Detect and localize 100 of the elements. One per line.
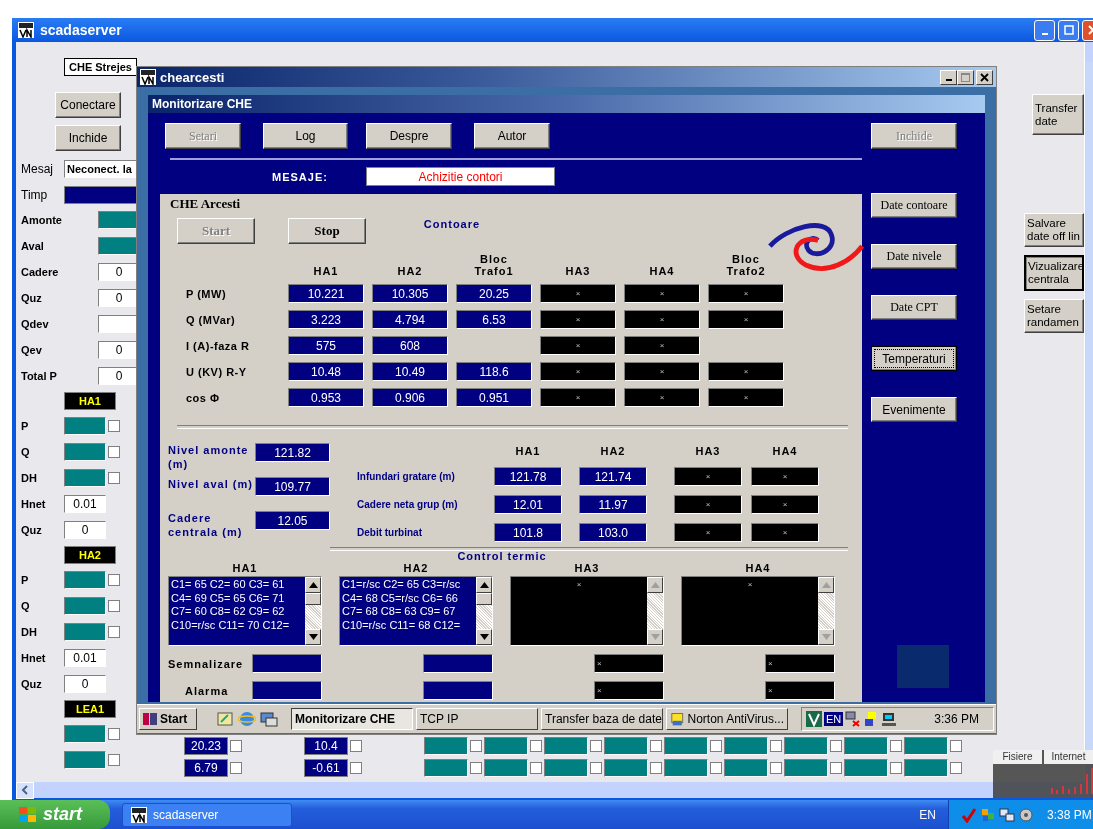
toolbar-button[interactable]: Autor	[474, 123, 550, 149]
panel-button[interactable]: Inchide	[55, 125, 121, 151]
start-button[interactable]: Start	[139, 708, 197, 730]
scroll-up-button[interactable]	[647, 577, 663, 593]
scroll-down-button[interactable]	[647, 629, 663, 645]
close-button[interactable]	[976, 69, 993, 85]
checkbox[interactable]	[890, 740, 902, 752]
value-cell: ×	[624, 362, 700, 381]
checkbox[interactable]	[830, 762, 842, 774]
checkbox[interactable]	[530, 762, 542, 774]
side-button[interactable]: Temperaturi	[871, 346, 957, 371]
param-label: DH	[21, 472, 38, 484]
scroll-left-icon[interactable]	[21, 785, 29, 795]
station-dropdown[interactable]: CHE Strejes	[64, 58, 137, 76]
checkbox[interactable]	[950, 740, 962, 752]
browser-icon[interactable]	[238, 710, 256, 728]
checkbox[interactable]	[650, 762, 662, 774]
checkbox[interactable]	[350, 762, 362, 774]
side-button[interactable]: Evenimente	[871, 397, 957, 422]
scroll-up-button[interactable]	[476, 577, 492, 593]
checkbox[interactable]	[230, 740, 242, 752]
language-indicator[interactable]: EN	[824, 712, 844, 726]
network-icon[interactable]	[999, 806, 1015, 823]
checkbox[interactable]	[770, 740, 782, 752]
speaker-icon[interactable]	[1018, 806, 1034, 823]
checkbox[interactable]	[108, 446, 120, 458]
scroll-down-button[interactable]	[305, 629, 321, 645]
arrow-down-icon	[821, 634, 831, 640]
scroll-thumb[interactable]	[305, 593, 321, 605]
vnc-icon[interactable]	[806, 711, 822, 727]
value-cell: 10.48	[288, 362, 364, 381]
widget-tab[interactable]: Internet	[1044, 750, 1093, 764]
scroll-up-button[interactable]	[305, 577, 321, 593]
checkbox[interactable]	[108, 472, 120, 484]
list-box[interactable]: C1= 65 C2= 60 C3= 61 C4= 69 C5= 65 C6= 71 C7= 60 C8= 62 C9= 62 C10=r/sc C11= 70 C12=	[168, 576, 322, 646]
panel-button[interactable]: Setare randamen	[1024, 299, 1084, 333]
language-indicator[interactable]: EN	[919, 807, 936, 822]
taskbar-button[interactable]: Transfer baza de date	[541, 708, 663, 730]
checkbox[interactable]	[350, 740, 362, 752]
checkmark-icon[interactable]	[961, 806, 977, 823]
value-cell: 575	[288, 336, 364, 355]
minimize-button[interactable]	[940, 69, 957, 85]
checkbox[interactable]	[470, 762, 482, 774]
checkbox[interactable]	[650, 740, 662, 752]
indicator-field	[724, 759, 768, 777]
checkbox[interactable]	[108, 754, 120, 766]
network-icon[interactable]	[845, 711, 862, 727]
indicator-field	[784, 759, 828, 777]
arrow-up-icon	[821, 582, 831, 588]
side-button[interactable]: Date CPT	[871, 295, 957, 320]
checkbox[interactable]	[108, 420, 120, 432]
checkbox[interactable]	[108, 626, 120, 638]
control-button[interactable]: Stop	[288, 218, 366, 244]
list-box[interactable]: C1=r/sc C2= 65 C3=r/sc C4= 68 C5=r/sc C6= 66 C7= 68 C8= 63 C9= 67 C10=r/sc C11= 68 C12=	[339, 576, 493, 646]
indicator-field	[424, 737, 468, 755]
monitor-icon[interactable]	[260, 710, 278, 728]
scroll-up-button[interactable]	[818, 577, 834, 593]
list-item: C4= 68 C5=r/sc C6= 66	[342, 591, 459, 605]
checkbox[interactable]	[530, 740, 542, 752]
alarm-label: Alarma	[185, 684, 229, 697]
indicator-field	[64, 725, 106, 743]
taskbar-button[interactable]: scadaserver	[122, 802, 292, 827]
desktop-icon[interactable]	[216, 710, 234, 728]
checkbox[interactable]	[770, 762, 782, 774]
checkbox[interactable]	[108, 728, 120, 740]
panel-button[interactable]: Transfer date	[1032, 94, 1084, 135]
toolbar-button[interactable]: Log	[263, 123, 348, 149]
list-box[interactable]: ×	[510, 576, 664, 646]
scroll-down-button[interactable]	[818, 629, 834, 645]
panel-button[interactable]: Salvare date off lin	[1024, 213, 1084, 247]
taskbar-button[interactable]: TCP IP	[416, 708, 538, 730]
checkbox[interactable]	[890, 762, 902, 774]
indicator-field	[784, 737, 828, 755]
maximize-button[interactable]	[957, 69, 974, 85]
toolbar-button[interactable]: Despre	[366, 123, 452, 149]
checkbox[interactable]	[230, 762, 242, 774]
side-button[interactable]: Date contoare	[871, 193, 957, 218]
checkbox[interactable]	[950, 762, 962, 774]
checkbox[interactable]	[590, 762, 602, 774]
computer-icon[interactable]	[881, 711, 898, 727]
checkbox[interactable]	[590, 740, 602, 752]
list-item: C4= 69 C5= 65 C6= 71	[171, 591, 286, 605]
checkbox[interactable]	[108, 574, 120, 586]
scroll-thumb[interactable]	[476, 593, 492, 605]
taskbar-button[interactable]: Monitorizare CHE	[291, 708, 413, 730]
scroll-down-button[interactable]	[476, 629, 492, 645]
group-tag: HA2	[64, 546, 116, 564]
value-cell: 0.953	[288, 388, 364, 407]
indicator-field	[64, 623, 106, 641]
widget-tab[interactable]: Fisiere	[993, 750, 1042, 764]
list-box[interactable]: ×	[681, 576, 835, 646]
checkbox[interactable]	[108, 600, 120, 612]
checkbox[interactable]	[710, 740, 722, 752]
checkbox[interactable]	[470, 740, 482, 752]
side-button[interactable]: Date nivele	[871, 244, 957, 269]
checkbox[interactable]	[830, 740, 842, 752]
panel-button[interactable]: Conectare	[55, 92, 121, 118]
checkbox[interactable]	[710, 762, 722, 774]
taskbar-button[interactable]: Norton AntiVirus...	[666, 708, 788, 730]
value-cell: 101.8	[494, 523, 562, 542]
